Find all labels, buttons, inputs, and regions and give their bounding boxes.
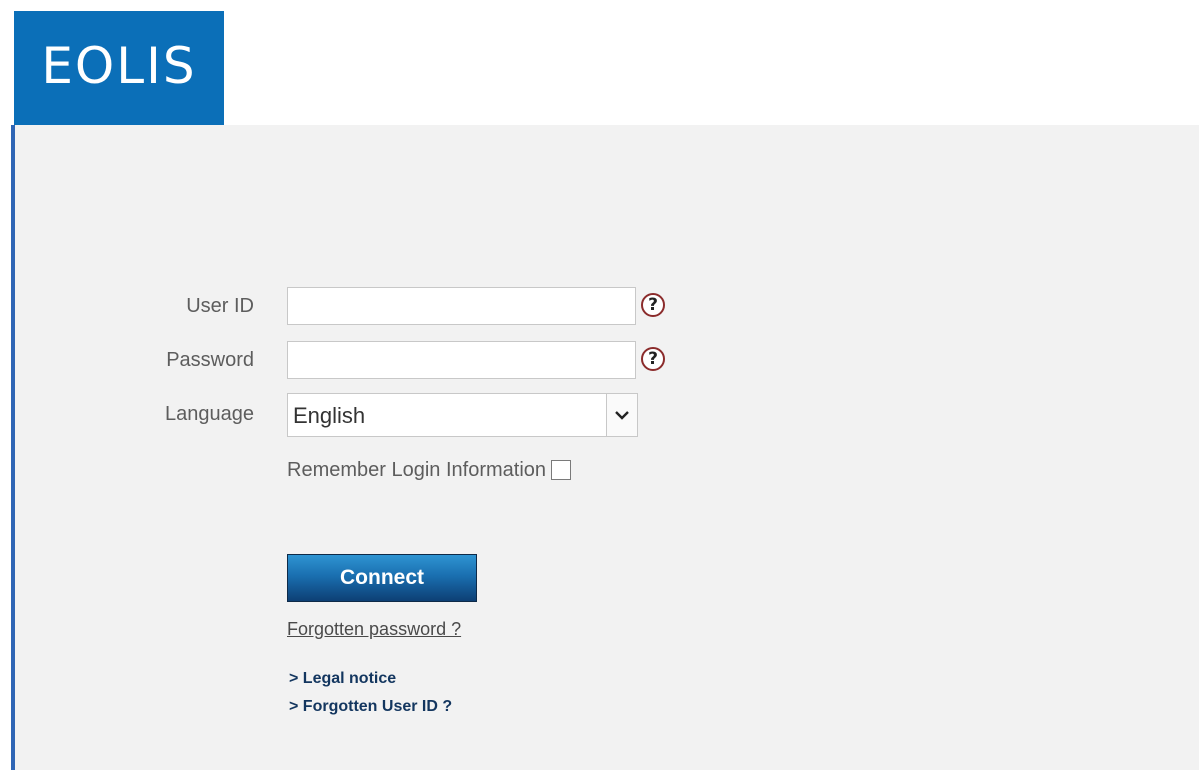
chevron-down-icon[interactable] xyxy=(606,394,637,436)
eolis-logo: EOLIS xyxy=(14,11,224,131)
logo-text: EOLIS xyxy=(41,37,197,95)
remember-login-label: Remember Login Information xyxy=(287,459,547,481)
language-label: Language xyxy=(165,403,254,425)
forgotten-user-id-link[interactable]: > Forgotten User ID ? xyxy=(289,698,452,716)
password-label: Password xyxy=(166,349,254,371)
legal-notice-link[interactable]: > Legal notice xyxy=(289,670,396,688)
language-selected-value: English xyxy=(293,403,366,428)
language-select[interactable]: English xyxy=(287,393,638,437)
connect-button[interactable]: Connect xyxy=(287,554,477,602)
remember-login-checkbox[interactable] xyxy=(551,460,571,480)
help-glyph: ? xyxy=(648,348,658,369)
help-glyph: ? xyxy=(648,294,658,315)
user-id-input[interactable] xyxy=(287,287,636,325)
user-id-label: User ID xyxy=(186,295,254,317)
password-help-icon[interactable]: ? xyxy=(641,347,665,371)
password-input[interactable] xyxy=(287,341,636,379)
forgotten-password-link[interactable]: Forgotten password ? xyxy=(287,619,461,640)
login-panel xyxy=(11,125,1199,770)
user-id-help-icon[interactable]: ? xyxy=(641,293,665,317)
